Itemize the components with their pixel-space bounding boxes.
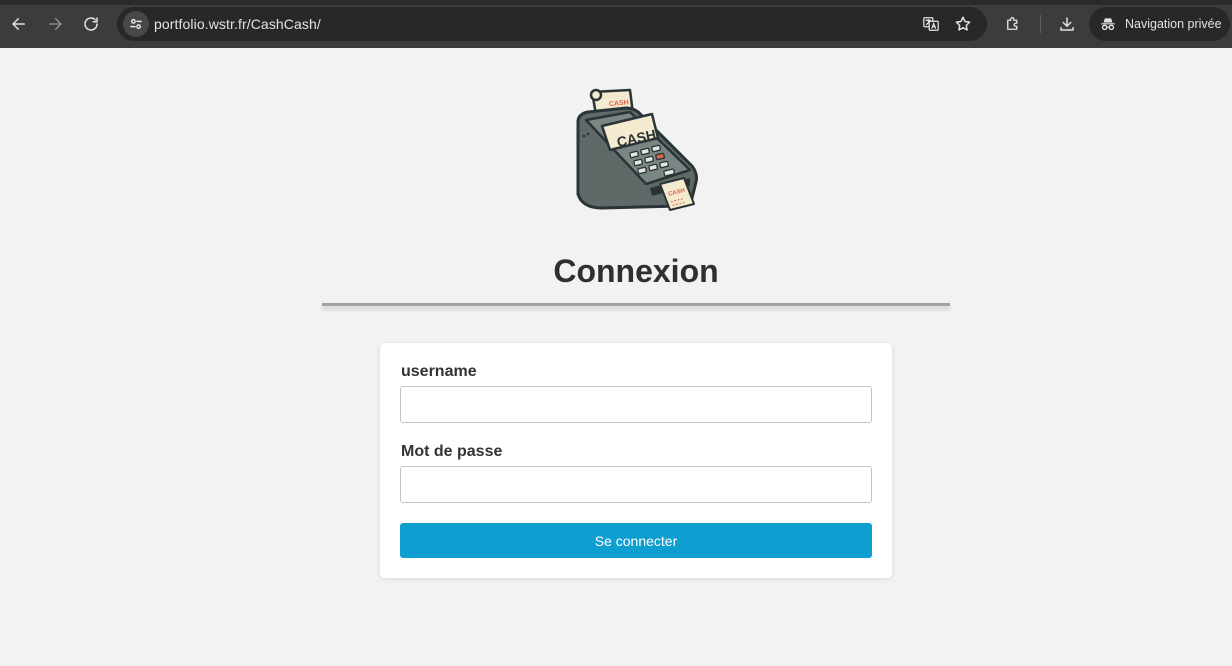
star-icon	[955, 16, 971, 31]
arrow-right-icon	[49, 18, 62, 30]
page-title: Connexion	[553, 253, 719, 289]
title-divider	[322, 303, 950, 306]
puzzle-icon	[1007, 17, 1018, 30]
downloads-button[interactable]	[1055, 12, 1079, 36]
tune-icon	[130, 18, 142, 30]
username-label: username	[401, 363, 477, 380]
address-bar[interactable]: portfolio.wstr.fr/CashCash/	[117, 7, 987, 41]
forward-button[interactable]	[43, 12, 67, 36]
password-input[interactable]	[400, 466, 872, 503]
username-input[interactable]	[400, 386, 872, 423]
translate-button[interactable]	[921, 14, 941, 34]
password-label: Mot de passe	[401, 443, 503, 460]
login-form: username Mot de passe Se connecter	[380, 343, 892, 578]
download-icon	[1060, 17, 1074, 31]
translate-icon	[923, 17, 939, 31]
page-content: CASH CASH CASH Connexion username Mot de…	[0, 48, 1232, 666]
cash-register-logo: CASH CASH CASH	[576, 88, 698, 211]
incognito-icon	[1101, 18, 1115, 31]
back-button[interactable]	[7, 12, 31, 36]
bookmark-button[interactable]	[953, 14, 973, 34]
url-text[interactable]: portfolio.wstr.fr/CashCash/	[154, 16, 321, 32]
reload-icon	[84, 17, 98, 31]
login-button[interactable]: Se connecter	[400, 523, 872, 558]
browser-toolbar: portfolio.wstr.fr/CashCash/ Navigation p…	[0, 0, 1232, 48]
toolbar-divider	[1040, 15, 1041, 33]
arrow-left-icon	[12, 18, 25, 30]
reload-button[interactable]	[79, 12, 103, 36]
site-info-button[interactable]	[123, 11, 149, 37]
incognito-label: Navigation privée	[1125, 17, 1222, 31]
incognito-profile-button[interactable]: Navigation privée	[1089, 7, 1230, 41]
extensions-button[interactable]	[1001, 12, 1025, 36]
